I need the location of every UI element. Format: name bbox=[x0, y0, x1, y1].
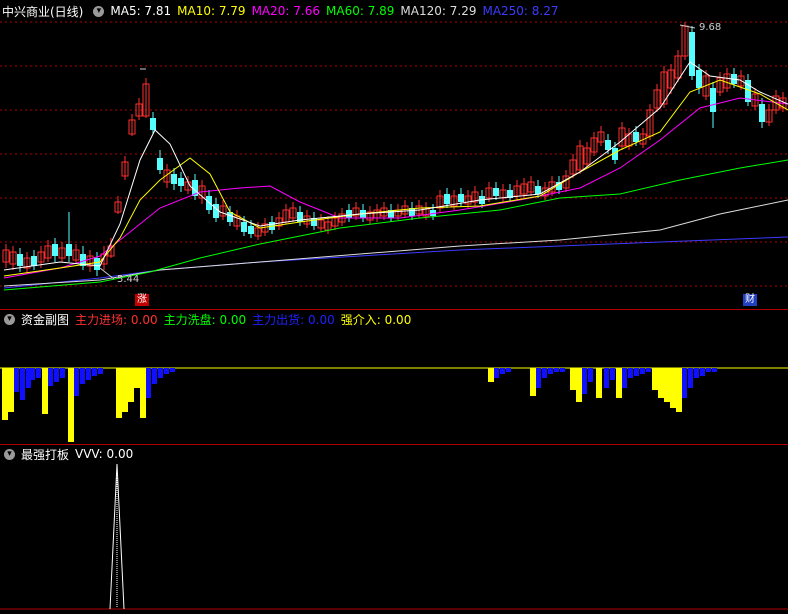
signal-chart[interactable] bbox=[0, 0, 788, 614]
